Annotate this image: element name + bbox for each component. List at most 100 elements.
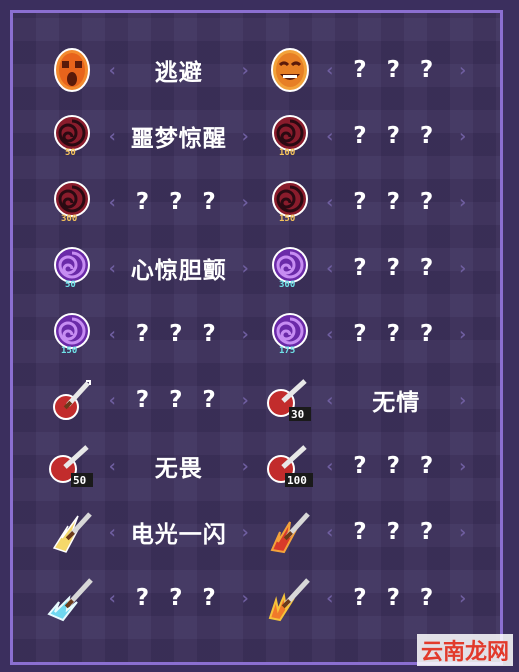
achievement-label: ? ? ? xyxy=(353,321,440,347)
achievement-item[interactable]: 150 ‹ ? ? ? › xyxy=(47,305,265,363)
achievement-panel: ‹ 逃避 › ‹ ? ? ? › 50 ‹ 噩梦惊醒 › 100 ‹ ? ? ?… xyxy=(10,10,503,665)
right-bracket: › xyxy=(457,455,468,477)
achievement-item[interactable]: 100 ‹ ? ? ? › xyxy=(265,107,483,165)
dagger-30-icon: 30 xyxy=(265,375,315,425)
right-bracket: › xyxy=(239,191,251,213)
left-bracket: ‹ xyxy=(324,455,336,477)
achievement-item[interactable]: ‹ ? ? ? › xyxy=(265,569,483,627)
flame-dagger-icon xyxy=(265,507,315,557)
right-bracket: › xyxy=(457,587,468,609)
yellow-spark-dagger-icon xyxy=(47,507,97,557)
achievement-label: ? ? ? xyxy=(353,519,440,545)
left-bracket: ‹ xyxy=(324,389,336,411)
left-bracket: ‹ xyxy=(324,587,336,609)
fire-feather-dagger-icon xyxy=(265,573,315,623)
laughing-mask-icon xyxy=(265,45,315,95)
right-bracket: › xyxy=(239,59,251,81)
ice-dagger-icon xyxy=(47,573,97,623)
right-bracket: › xyxy=(457,59,468,81)
dagger-100-icon: 100 xyxy=(265,441,315,491)
svg-text:100: 100 xyxy=(287,474,307,487)
right-bracket: › xyxy=(239,455,251,477)
achievement-item[interactable]: ‹ ? ? ? › xyxy=(47,569,265,627)
left-bracket: ‹ xyxy=(324,323,336,345)
left-bracket: ‹ xyxy=(107,59,118,81)
right-bracket: › xyxy=(239,521,251,543)
achievement-label: 无畏 xyxy=(154,456,203,482)
left-bracket: ‹ xyxy=(107,389,118,411)
achievement-item[interactable]: 30 ‹ 无情 › xyxy=(265,371,483,429)
red-dagger-icon xyxy=(47,375,97,425)
left-bracket: ‹ xyxy=(107,323,118,345)
svg-text:150: 150 xyxy=(279,214,295,224)
watermark: 云南龙网 xyxy=(416,634,513,666)
right-bracket: › xyxy=(457,125,468,147)
achievement-item[interactable]: ‹ 电光一闪 › xyxy=(47,503,265,561)
achievement-label: ? ? ? xyxy=(135,189,222,215)
left-bracket: ‹ xyxy=(324,191,336,213)
svg-text:50: 50 xyxy=(65,280,76,290)
right-bracket: › xyxy=(457,323,468,345)
achievement-label: ? ? ? xyxy=(353,453,440,479)
purple-vortex-150-icon: 150 xyxy=(47,309,97,359)
achievement-item[interactable]: 175 ‹ ? ? ? › xyxy=(265,305,483,363)
achievement-label: ? ? ? xyxy=(353,189,440,215)
right-bracket: › xyxy=(239,389,251,411)
svg-text:300: 300 xyxy=(279,280,295,290)
red-vortex-50-icon: 50 xyxy=(47,111,97,161)
achievement-item[interactable]: 300 ‹ ? ? ? › xyxy=(265,239,483,297)
achievement-item[interactable]: 50 ‹ 无畏 › xyxy=(47,437,265,495)
achievement-label: 逃避 xyxy=(154,60,203,86)
left-bracket: ‹ xyxy=(324,125,336,147)
left-bracket: ‹ xyxy=(107,125,118,147)
svg-text:300: 300 xyxy=(61,214,77,224)
left-bracket: ‹ xyxy=(324,257,336,279)
svg-text:150: 150 xyxy=(61,346,77,356)
orange-mask-icon xyxy=(47,45,97,95)
achievement-label: ? ? ? xyxy=(353,255,440,281)
achievement-label: 电光一闪 xyxy=(130,522,227,548)
achievement-item[interactable]: 50 ‹ 噩梦惊醒 › xyxy=(47,107,265,165)
red-vortex-300-icon: 300 xyxy=(47,177,97,227)
achievement-label: ? ? ? xyxy=(353,585,440,611)
right-bracket: › xyxy=(239,125,251,147)
achievement-item[interactable]: ‹ ? ? ? › xyxy=(265,503,483,561)
achievement-grid: ‹ 逃避 › ‹ ? ? ? › 50 ‹ 噩梦惊醒 › 100 ‹ ? ? ?… xyxy=(13,13,500,662)
achievement-item[interactable]: ‹ ? ? ? › xyxy=(265,41,483,99)
svg-text:100: 100 xyxy=(279,148,295,158)
achievement-label: ? ? ? xyxy=(353,123,440,149)
right-bracket: › xyxy=(239,323,251,345)
achievement-item[interactable]: 50 ‹ 心惊胆颤 › xyxy=(47,239,265,297)
red-vortex-100-icon: 100 xyxy=(265,111,315,161)
achievement-item[interactable]: ‹ 逃避 › xyxy=(47,41,265,99)
svg-text:175: 175 xyxy=(279,346,295,356)
left-bracket: ‹ xyxy=(324,59,336,81)
badge-text: 50 xyxy=(65,148,76,158)
achievement-label: ? ? ? xyxy=(135,387,222,413)
svg-text:30: 30 xyxy=(291,408,304,421)
purple-vortex-175-icon: 175 xyxy=(265,309,315,359)
achievement-label: ? ? ? xyxy=(353,57,440,83)
left-bracket: ‹ xyxy=(107,521,118,543)
right-bracket: › xyxy=(239,587,251,609)
achievement-label: ? ? ? xyxy=(135,321,222,347)
right-bracket: › xyxy=(457,191,468,213)
purple-vortex-50-icon: 50 xyxy=(47,243,97,293)
achievement-label: 噩梦惊醒 xyxy=(130,126,227,152)
right-bracket: › xyxy=(457,521,468,543)
left-bracket: ‹ xyxy=(107,257,118,279)
achievement-item[interactable]: 100 ‹ ? ? ? › xyxy=(265,437,483,495)
purple-vortex-300-icon: 300 xyxy=(265,243,315,293)
svg-text:50: 50 xyxy=(73,474,86,487)
achievement-item[interactable]: 300 ‹ ? ? ? › xyxy=(47,173,265,231)
right-bracket: › xyxy=(457,389,468,411)
red-vortex-150-icon: 150 xyxy=(265,177,315,227)
achievement-item[interactable]: ‹ ? ? ? › xyxy=(47,371,265,429)
left-bracket: ‹ xyxy=(324,521,336,543)
achievement-label: 心惊胆颤 xyxy=(130,258,227,284)
achievement-label: ? ? ? xyxy=(135,585,222,611)
achievement-item[interactable]: 150 ‹ ? ? ? › xyxy=(265,173,483,231)
left-bracket: ‹ xyxy=(107,455,118,477)
right-bracket: › xyxy=(239,257,251,279)
right-bracket: › xyxy=(457,257,468,279)
